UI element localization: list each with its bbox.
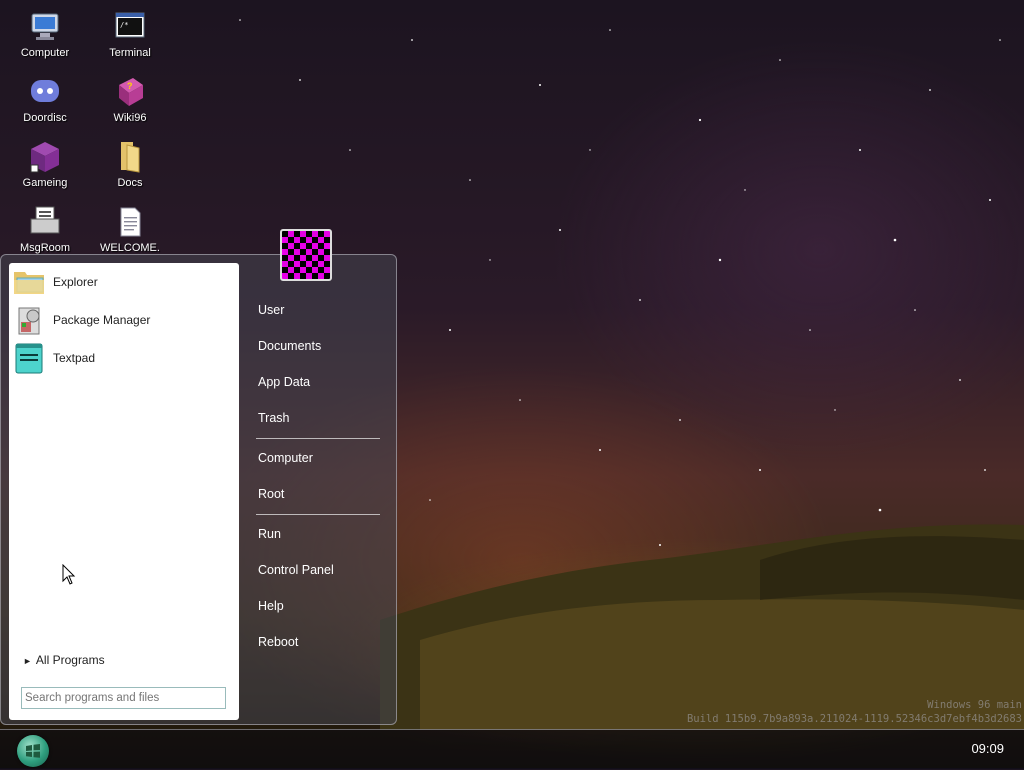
build-watermark-line1: Windows 96 main (927, 699, 1022, 711)
desktop-icon-label: MsgRoom (19, 242, 71, 254)
menu-item-documents[interactable]: Documents (258, 339, 321, 353)
program-textpad[interactable]: Textpad (13, 341, 235, 375)
taskbar-clock[interactable]: 09:09 (971, 741, 1004, 756)
svg-text:/*: /* (120, 21, 128, 29)
program-explorer[interactable]: Explorer (13, 265, 235, 299)
msgroom-icon (28, 205, 62, 239)
terminal-icon: /* (113, 10, 147, 44)
game-cube-icon (28, 140, 62, 174)
wiki-book-icon: ? (113, 75, 147, 109)
desktop-icon-gameing[interactable]: Gameing (7, 140, 83, 189)
desktop-icon-terminal[interactable]: /* Terminal (92, 10, 168, 59)
build-watermark-line2: Build 115b9.7b9a893a.211024-1119.52346c3… (686, 713, 1022, 725)
start-menu: Explorer Package Manager Textpad ► All Pr… (0, 254, 397, 725)
program-package-manager[interactable]: Package Manager (13, 303, 235, 337)
desktop-icon-label: Docs (117, 177, 143, 189)
start-button[interactable] (17, 735, 49, 767)
desktop-icon-welcome[interactable]: WELCOME. (92, 205, 168, 254)
desktop-icon-docs[interactable]: Docs (92, 140, 168, 189)
folder-icon (113, 140, 147, 174)
doordisc-icon (28, 75, 62, 109)
text-file-icon (113, 205, 147, 239)
desktop-icon-label: Gameing (22, 177, 68, 189)
windows-start-icon (26, 744, 40, 758)
menu-item-control-panel[interactable]: Control Panel (258, 563, 334, 577)
menu-item-trash[interactable]: Trash (258, 411, 290, 425)
user-avatar[interactable] (280, 229, 332, 281)
svg-text:?: ? (127, 81, 133, 91)
all-programs-button[interactable]: ► All Programs (23, 653, 105, 667)
desktop-icon-label: Terminal (109, 47, 151, 59)
all-programs-label: All Programs (35, 653, 105, 667)
search-input[interactable] (21, 687, 226, 709)
program-label: Explorer (53, 275, 98, 289)
menu-item-help[interactable]: Help (258, 599, 284, 613)
menu-separator (256, 514, 380, 515)
menu-item-root[interactable]: Root (258, 487, 284, 501)
program-label: Textpad (53, 351, 96, 365)
program-label: Package Manager (53, 313, 151, 327)
start-menu-programs-pane: Explorer Package Manager Textpad ► All Pr… (9, 263, 239, 720)
desktop-icon-doordisc[interactable]: Doordisc (7, 75, 83, 124)
package-manager-icon (13, 304, 45, 336)
menu-item-run[interactable]: Run (258, 527, 281, 541)
desktop-icon-msgroom[interactable]: MsgRoom (7, 205, 83, 254)
menu-item-reboot[interactable]: Reboot (258, 635, 298, 649)
explorer-folder-icon (13, 266, 45, 298)
computer-icon (28, 10, 62, 44)
desktop-icon-label: Doordisc (23, 112, 67, 124)
taskbar: 09:09 (0, 729, 1024, 769)
menu-separator (256, 438, 380, 439)
textpad-icon (13, 342, 45, 374)
menu-item-computer[interactable]: Computer (258, 451, 313, 465)
mouse-cursor-icon (62, 564, 76, 585)
desktop-icon-label: Computer (20, 47, 70, 59)
desktop-icon-label: WELCOME. (100, 242, 160, 254)
desktop-icon-label: Wiki96 (113, 112, 147, 124)
desktop-icon-wiki96[interactable]: ? Wiki96 (92, 75, 168, 124)
triangle-right-icon: ► (23, 656, 32, 666)
desktop-icon-computer[interactable]: Computer (7, 10, 83, 59)
menu-item-app-data[interactable]: App Data (258, 375, 310, 389)
menu-item-user[interactable]: User (258, 303, 284, 317)
